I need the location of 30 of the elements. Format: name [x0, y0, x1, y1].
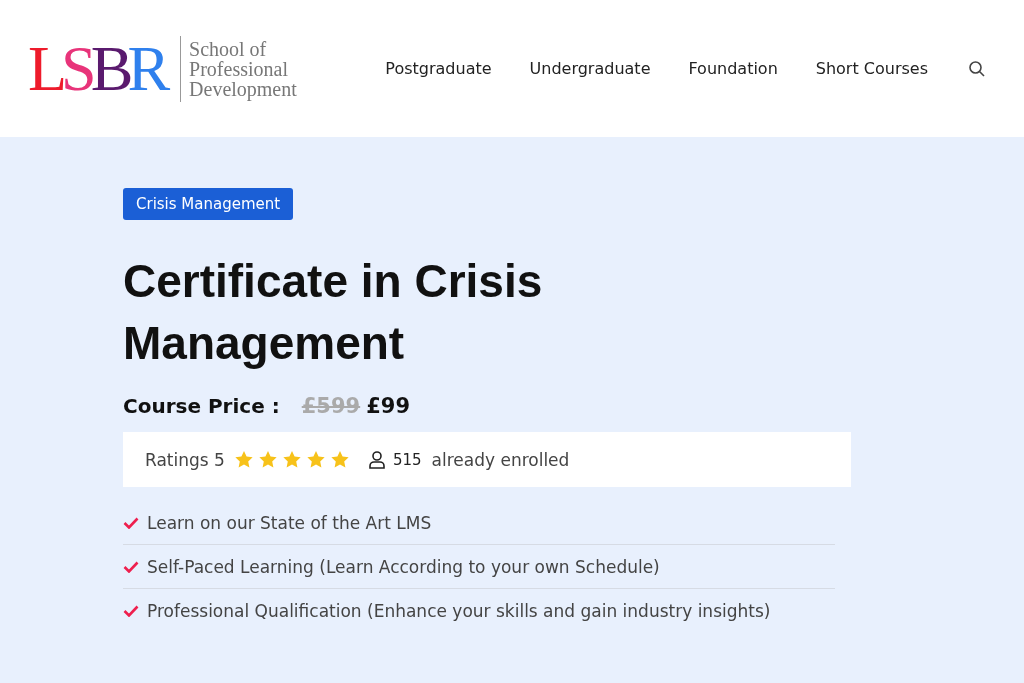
- search-icon[interactable]: [968, 59, 986, 78]
- star-icon: [282, 451, 301, 468]
- logo-letter: B: [90, 36, 128, 101]
- old-price: £599: [301, 394, 361, 418]
- enrolled-count: 515: [392, 450, 422, 469]
- check-icon: [123, 560, 139, 573]
- feature-text: Learn on our State of the Art LMS: [147, 512, 432, 533]
- ratings-label: Ratings 5: [145, 449, 225, 470]
- nav-link[interactable]: Foundation: [688, 59, 778, 78]
- star-icon: [234, 451, 253, 468]
- logo-letter: R: [127, 36, 165, 101]
- logo-letter: S: [61, 36, 91, 101]
- check-icon: [123, 604, 139, 617]
- star-icon: [306, 451, 325, 468]
- person-icon: [368, 450, 385, 469]
- nav-link[interactable]: Undergraduate: [529, 59, 651, 78]
- logo-tagline: School of Professional Development: [189, 38, 297, 99]
- nav-link[interactable]: Postgraduate: [385, 59, 492, 78]
- course-title: Certificate in Crisis Management: [123, 254, 544, 371]
- star-icon: [258, 451, 277, 468]
- price-label: Course Price :: [123, 394, 280, 418]
- current-price: £99: [366, 394, 410, 418]
- nav-link[interactable]: Short Courses: [815, 59, 928, 78]
- star-icon: [330, 451, 349, 468]
- enrolled-label: already enrolled: [431, 449, 570, 470]
- feature-text: Professional Qualification (Enhance your skills and gain industry insights): [147, 600, 771, 621]
- check-icon: [123, 516, 139, 529]
- logo-letter: L: [28, 36, 62, 101]
- category-badge[interactable]: Crisis Management: [123, 188, 294, 220]
- feature-text: Self-Paced Learning (Learn According to your own Schedule): [147, 556, 660, 577]
